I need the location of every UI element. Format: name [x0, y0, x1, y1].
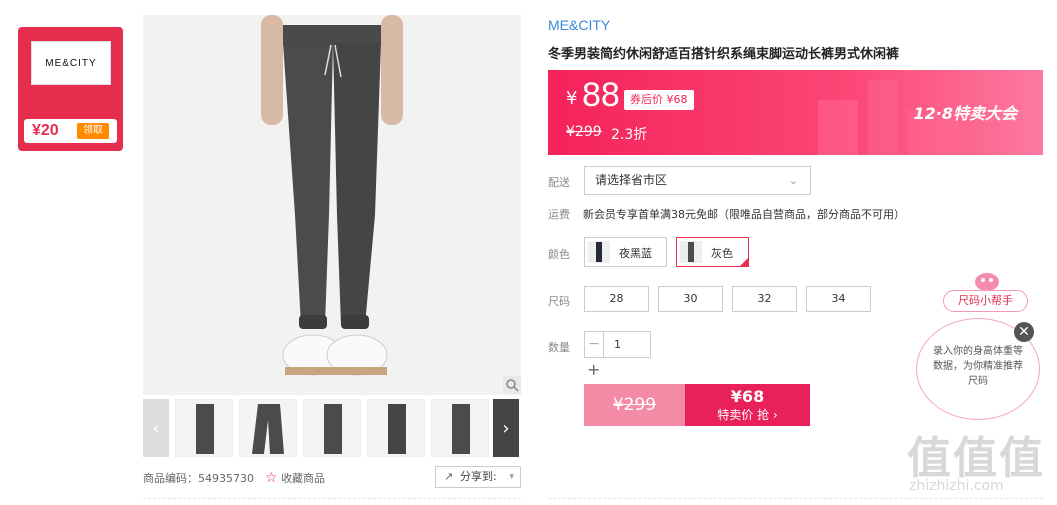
- address-placeholder: 请选择省市区: [595, 173, 668, 187]
- sale-label: 特卖价 抢 ›: [717, 408, 778, 422]
- coupon-card[interactable]: ME&CITY ¥20 领取: [18, 27, 123, 151]
- favorite-button[interactable]: ☆ 收藏商品: [265, 470, 325, 486]
- promo-event-title: 12·8特卖大会: [913, 104, 1017, 123]
- chevron-down-icon: ⌄: [788, 174, 798, 187]
- share-dropdown[interactable]: ↗ 分享到: ▾: [435, 466, 521, 488]
- product-code-label: 商品编码：: [143, 472, 198, 485]
- quantity-label: 数量: [548, 341, 570, 354]
- shipping-info: 新会员专享首单满38元免邮（限唯品自营商品，部分商品不可用）: [583, 208, 905, 221]
- size-option[interactable]: 28: [584, 286, 649, 312]
- share-label: 分享到:: [460, 470, 497, 483]
- pants-illustration: [143, 15, 521, 395]
- coupon-price-badge: 券后价 ¥68: [624, 90, 694, 110]
- color-option-label: 夜黑蓝: [619, 247, 652, 260]
- share-icon: ↗: [444, 470, 454, 483]
- divider: [143, 498, 521, 499]
- size-label: 尺码: [548, 295, 570, 308]
- product-code-value: 54935730: [198, 472, 254, 485]
- original-price: ¥299: [566, 124, 602, 140]
- thumbnail[interactable]: [239, 399, 297, 457]
- quantity-plus-button[interactable]: +: [587, 360, 600, 379]
- main-product-image[interactable]: [143, 15, 521, 395]
- watermark: 值值值 zhizhizhi.com: [903, 420, 1053, 500]
- color-label: 颜色: [548, 248, 570, 261]
- watermark-site: zhizhizhi.com: [909, 478, 1004, 494]
- address-select[interactable]: 请选择省市区 ⌄: [584, 166, 811, 195]
- color-option-gray[interactable]: 灰色: [676, 237, 749, 267]
- discount-rate: 2.3折: [611, 127, 648, 143]
- delivery-label: 配送: [548, 176, 570, 189]
- brand-logo: ME&CITY: [31, 41, 111, 85]
- sale-price: ¥68: [730, 387, 765, 406]
- watermark-logo: 值值值: [907, 433, 1045, 484]
- color-option-label: 灰色: [711, 247, 733, 260]
- coupon-amount: ¥20: [32, 122, 59, 139]
- product-code: 商品编码：54935730: [143, 470, 254, 486]
- coupon-bottom: ¥20 领取: [24, 119, 117, 143]
- shipping-label: 运费: [548, 208, 570, 221]
- size-option[interactable]: 32: [732, 286, 797, 312]
- claim-coupon-button[interactable]: 领取: [77, 123, 109, 139]
- star-icon: ☆: [265, 470, 278, 486]
- brand-logo-text: ME&CITY: [45, 57, 97, 69]
- thumbnail[interactable]: [175, 399, 233, 457]
- thumbnail[interactable]: [303, 399, 361, 457]
- chevron-down-icon: ▾: [509, 472, 514, 482]
- color-option-navy[interactable]: 夜黑蓝: [584, 237, 667, 267]
- thumbnail[interactable]: [367, 399, 425, 457]
- chevron-right-icon: ›: [502, 417, 510, 439]
- brand-name[interactable]: ME&CITY: [548, 17, 610, 33]
- chevron-left-icon: ‹: [152, 417, 160, 439]
- quantity-input[interactable]: 1: [603, 331, 651, 358]
- thumbnail-strip: ‹ ›: [143, 399, 521, 459]
- product-title: 冬季男装简约休闲舒适百搭针织系绳束脚运动长裤男式休闲裤: [548, 47, 900, 62]
- size-helper-tag[interactable]: 尺码小帮手: [943, 290, 1028, 312]
- price-symbol: ¥: [566, 88, 578, 109]
- current-price: 88: [582, 76, 620, 114]
- color-swatch: [588, 241, 610, 263]
- buy-now-button[interactable]: ¥68 特卖价 抢 ›: [685, 384, 810, 426]
- mascot-icon: [975, 273, 999, 291]
- favorite-label: 收藏商品: [281, 472, 326, 485]
- quantity-minus-button[interactable]: −: [584, 331, 604, 358]
- close-icon[interactable]: ✕: [1014, 322, 1034, 342]
- color-swatch: [680, 241, 702, 263]
- price-banner: ¥ 88 券后价 ¥68 ¥299 2.3折 12·8特卖大会: [548, 70, 1043, 155]
- size-option[interactable]: 34: [806, 286, 871, 312]
- thumb-prev-button[interactable]: ‹: [143, 399, 169, 457]
- zoom-icon[interactable]: [503, 376, 521, 394]
- thumbnail[interactable]: [431, 399, 489, 457]
- thumb-next-button[interactable]: ›: [493, 399, 519, 457]
- size-option[interactable]: 30: [658, 286, 723, 312]
- size-helper-message: 录入你的身高体重等数据，为你精准推荐尺码: [933, 346, 1023, 387]
- original-price-button[interactable]: ¥299: [584, 384, 685, 426]
